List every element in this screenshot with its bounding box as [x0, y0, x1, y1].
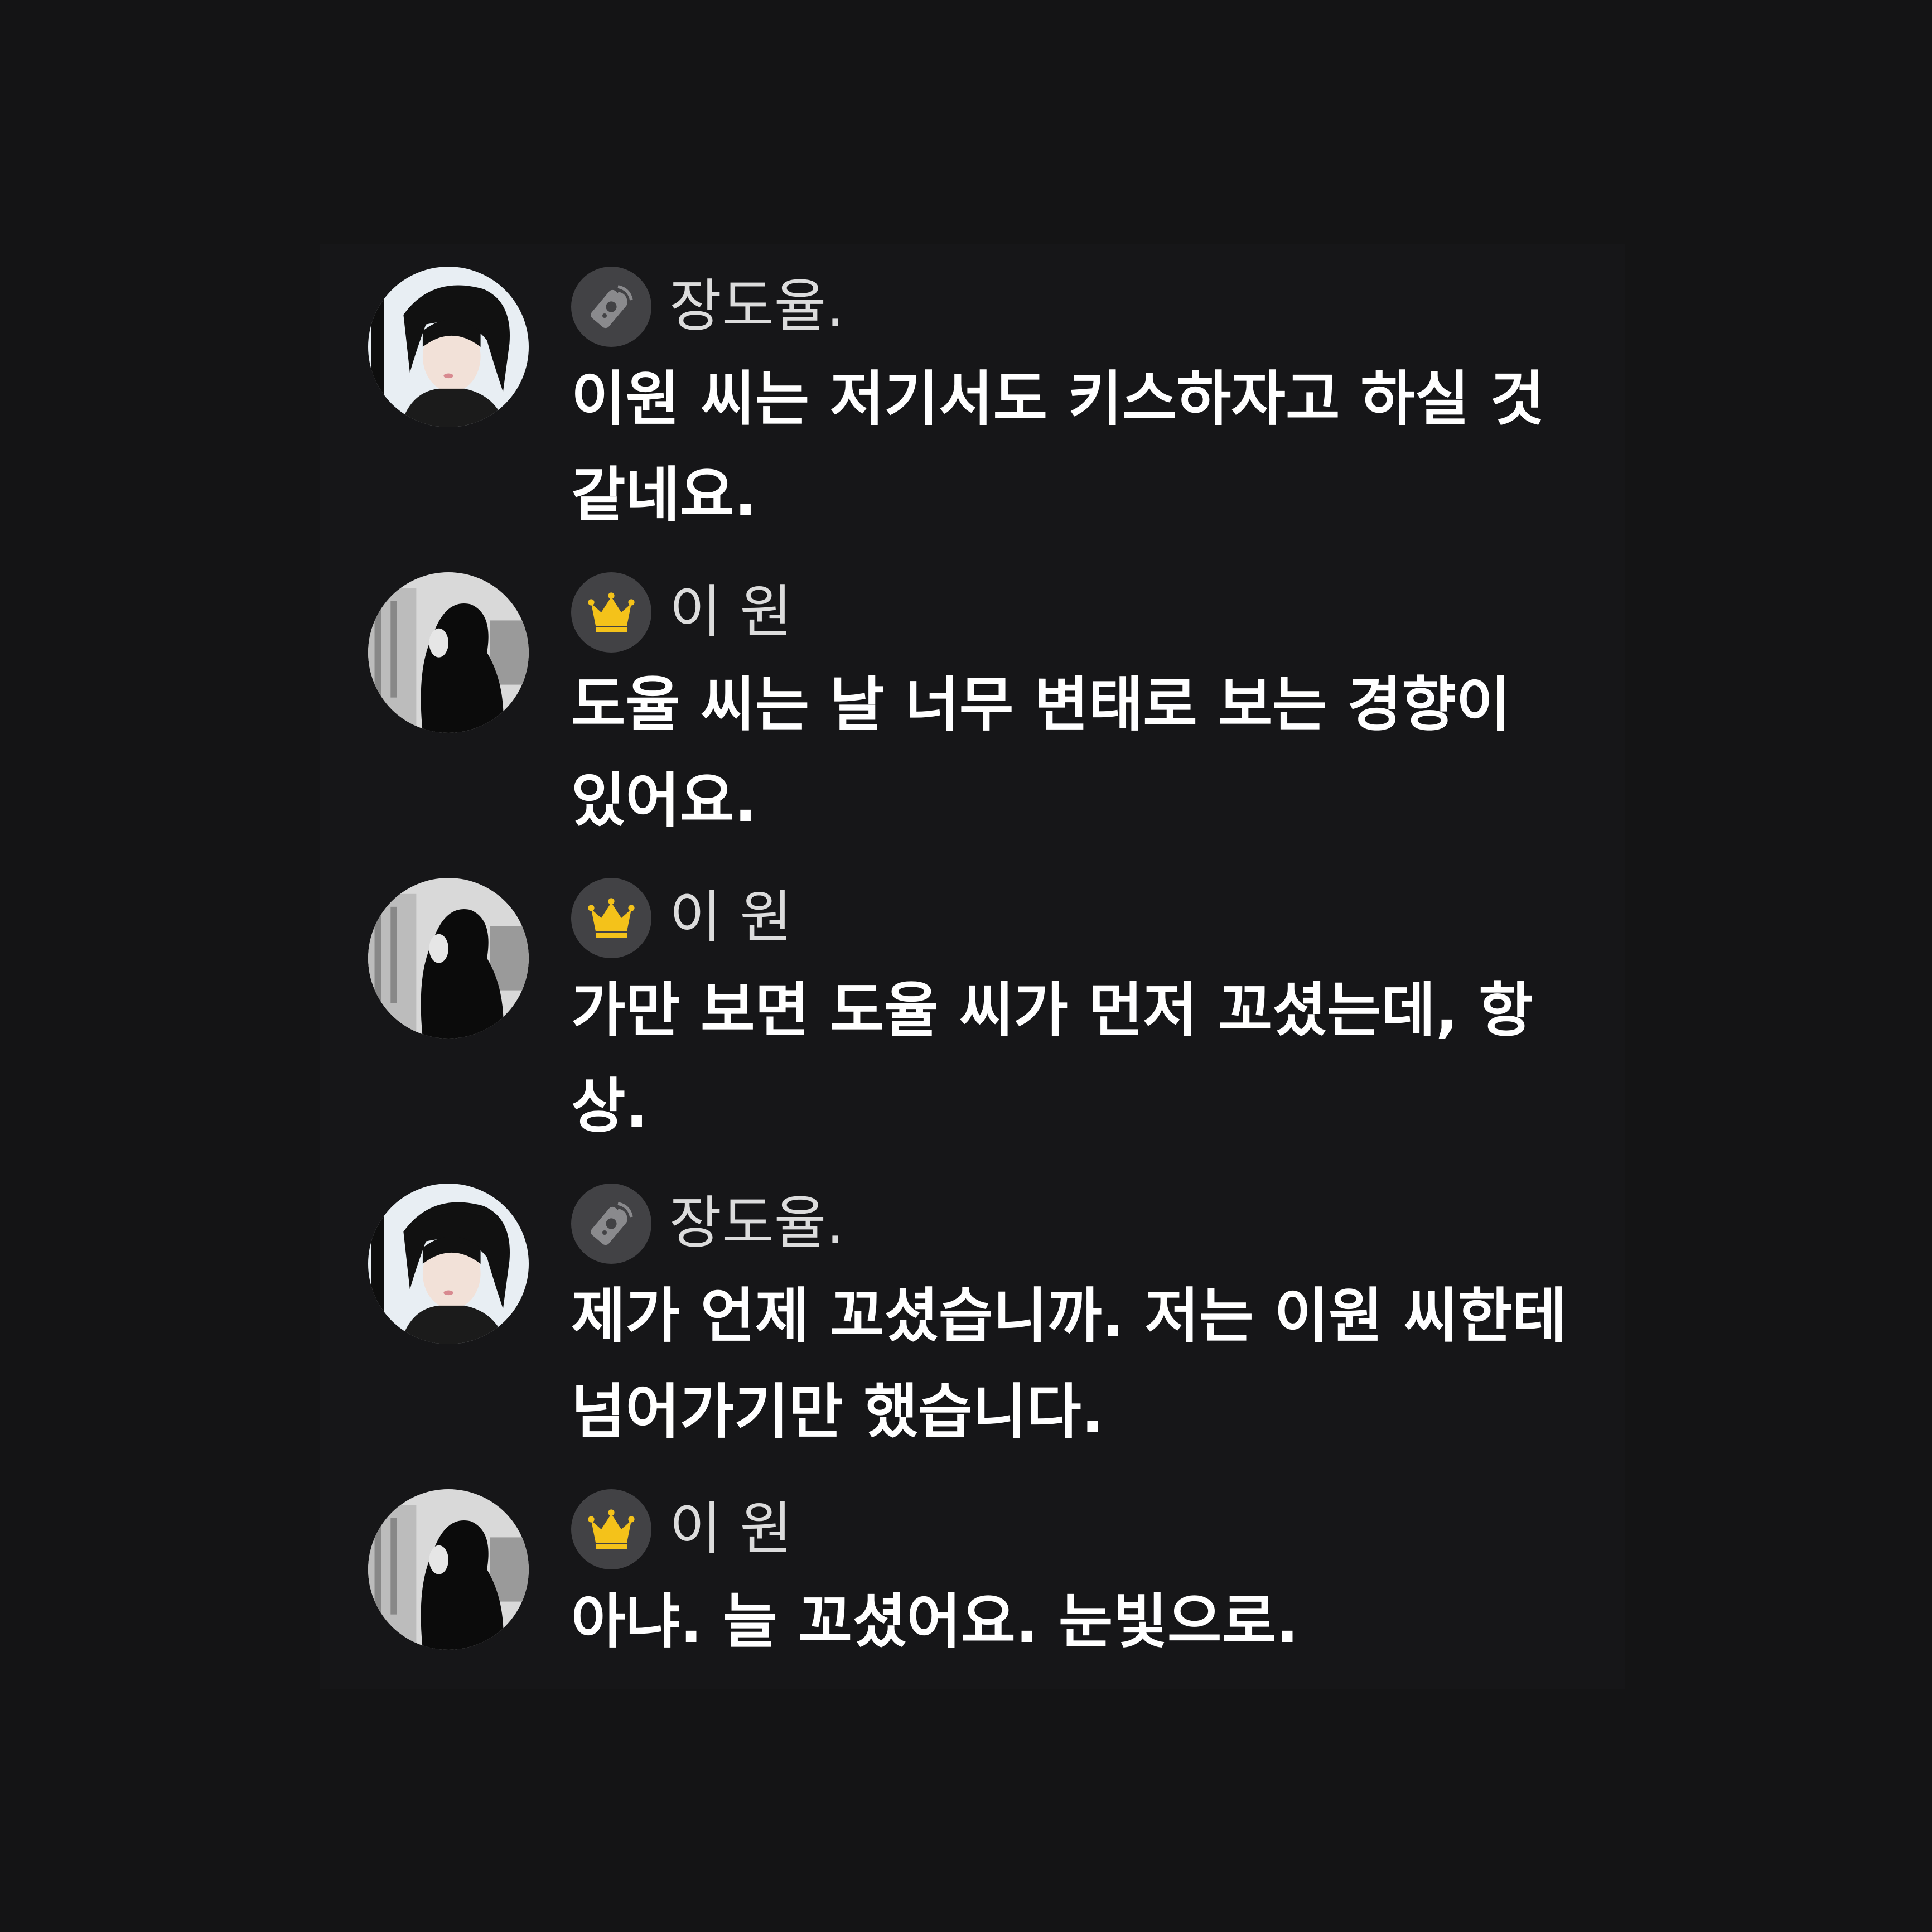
- chat-message: 이 원 도율 씨는 날 너무 변태로 보는 경향이 있어요.: [368, 550, 1623, 840]
- author-name[interactable]: 장도율.: [669, 267, 844, 347]
- author-name[interactable]: 장도율.: [669, 1184, 844, 1264]
- phone-remote-icon: [591, 1202, 633, 1245]
- author-name[interactable]: 이 원: [669, 878, 792, 958]
- author-badge: [571, 878, 651, 958]
- crown-icon: [588, 1509, 635, 1549]
- author-name[interactable]: 이 원: [669, 1489, 792, 1569]
- phone-remote-icon: [591, 285, 633, 329]
- male-profile-avatar: [368, 267, 529, 427]
- message-text: 제가 언제 꼬셨습니까. 저는 이원 씨한테 넘어가기만 했습니다.: [571, 1282, 1567, 1446]
- avatar[interactable]: [368, 267, 529, 427]
- message-text: 아냐. 늘 꼬셨어요. 눈빛으로.: [571, 1587, 1299, 1656]
- male-profile-avatar: [368, 1184, 529, 1344]
- female-profile-avatar: [368, 1489, 529, 1650]
- message-text: 도율 씨는 날 너무 변태로 보는 경향이 있어요.: [571, 670, 1511, 835]
- avatar[interactable]: [368, 1489, 529, 1650]
- author-badge: [571, 1184, 651, 1264]
- chat-message: 장도율. 이원 씨는 저기서도 키스하자고 하실 것 같네요.: [368, 244, 1623, 534]
- crown-icon: [588, 592, 635, 632]
- female-profile-avatar: [368, 572, 529, 733]
- author-badge: [571, 1489, 651, 1569]
- avatar[interactable]: [368, 878, 529, 1039]
- chat-message: 이 원 가만 보면 도율 씨가 먼저 꼬셨는데, 항상.: [368, 856, 1623, 1146]
- chat-message: 장도율. 제가 언제 꼬셨습니까. 저는 이원 씨한테 넘어가기만 했습니다.: [368, 1161, 1623, 1451]
- message-text: 이원 씨는 저기서도 키스하자고 하실 것 같네요.: [571, 365, 1544, 529]
- avatar[interactable]: [368, 1184, 529, 1344]
- female-profile-avatar: [368, 878, 529, 1039]
- author-name[interactable]: 이 원: [669, 572, 792, 653]
- author-badge: [571, 267, 651, 347]
- crown-icon: [588, 898, 635, 938]
- author-badge: [571, 572, 651, 653]
- avatar[interactable]: [368, 572, 529, 733]
- message-text: 가만 보면 도율 씨가 먼저 꼬셨는데, 항상.: [571, 976, 1533, 1141]
- chat-message: 이 원 아냐. 늘 꼬셨어요. 눈빛으로.: [368, 1467, 1623, 1690]
